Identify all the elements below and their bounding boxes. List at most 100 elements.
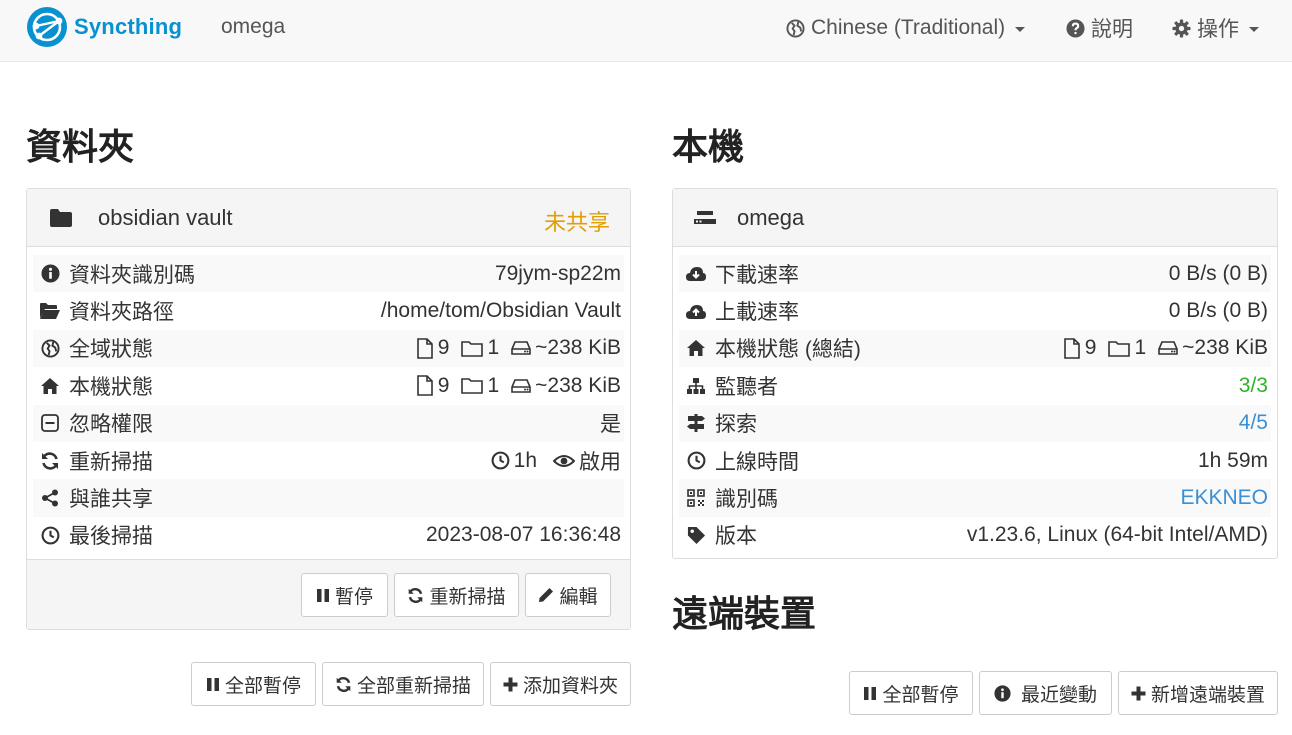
listeners-value[interactable]: 3/3 (1239, 374, 1268, 398)
version-row: 版本 v1.23.6, Linux (64-bit Intel/AMD) (679, 517, 1271, 554)
add-folder-button[interactable]: 添加資料夾 (490, 662, 631, 706)
identification-value[interactable]: EKKNEO (1180, 486, 1268, 510)
pause-icon (316, 588, 329, 602)
download-rate-row: 下載速率 0 B/s (0 B) (679, 255, 1271, 293)
refresh-icon (42, 451, 58, 470)
rescan-all-button[interactable]: 全部重新掃描 (322, 662, 484, 706)
folder-id-row: 資料夾識別碼 79jym-sp22m (33, 255, 624, 293)
home-icon (41, 377, 59, 394)
cloud-upload-icon (686, 304, 706, 319)
clock-icon (491, 451, 510, 470)
upload-rate-row: 上載速率 0 B/s (0 B) (679, 292, 1271, 329)
chevron-down-icon (1015, 26, 1026, 32)
this-device-panel: omega 下載速率 0 B/s (0 B) 上載速率 0 B/s (0 B) … (672, 188, 1278, 559)
home-icon (687, 340, 705, 357)
identification-label: 識別碼 (715, 488, 778, 512)
listeners-row: 監聽者 3/3 (679, 367, 1271, 404)
recent-changes-label: 最近變動 (1020, 684, 1097, 706)
shared-with-label: 與誰共享 (69, 488, 153, 512)
total-files-count: 9 (1084, 336, 1097, 360)
pause-folder-button[interactable]: 暫停 (301, 573, 388, 617)
local-state-row: 本機狀態 9 1 ~238 KiB (33, 367, 624, 404)
rescan-folder-button[interactable]: 重新掃描 (394, 573, 519, 617)
uptime-row: 上線時間 1h 59m (679, 442, 1271, 479)
recent-changes-button[interactable]: 最近變動 (979, 671, 1112, 715)
this-device-heading: 本機 (672, 126, 745, 167)
local-dirs-count: 1 (487, 373, 500, 397)
pause-icon (206, 677, 219, 691)
help-menu[interactable]: 說明 (1066, 15, 1133, 41)
ignore-perms-label: 忽略權限 (69, 413, 153, 437)
refresh-icon (409, 587, 423, 603)
pause-all-devices-button[interactable]: 全部暫停 (849, 671, 973, 715)
this-device-panel-heading[interactable]: omega (673, 189, 1277, 247)
pause-all-folders-button[interactable]: 全部暫停 (191, 662, 316, 706)
info-circle-icon (994, 684, 1011, 702)
discovery-value[interactable]: 4/5 (1239, 411, 1268, 435)
clock-icon (41, 526, 59, 545)
this-device-name: omega (737, 204, 805, 230)
hdd-icon (511, 341, 531, 356)
total-size: ~238 KiB (1182, 336, 1268, 360)
device-name: omega (221, 15, 286, 38)
syncthing-logo-icon (27, 7, 67, 47)
info-circle-icon (40, 264, 60, 283)
total-dirs-count: 1 (1134, 336, 1147, 360)
pause-folder-label: 暫停 (334, 586, 373, 608)
last-scan-label: 最後掃描 (69, 525, 153, 549)
folder-path-label: 資料夾路徑 (69, 301, 174, 325)
watch-status: 啟用 (579, 450, 621, 474)
add-remote-device-button[interactable]: 新增遠端裝置 (1118, 671, 1278, 715)
tag-icon (687, 526, 705, 544)
share-icon (42, 489, 58, 507)
folder-panel-footer: 暫停 重新掃描 編輯 (27, 559, 630, 629)
hdd-icon (1158, 341, 1178, 356)
rescan-all-label: 全部重新掃描 (356, 675, 471, 697)
remote-devices-heading: 遠端裝置 (672, 593, 817, 634)
local-state-total-row: 本機狀態 (總結) 9 1 ~238 KiB (679, 329, 1271, 368)
global-files-count: 9 (437, 336, 450, 360)
download-rate-label: 下載速率 (715, 263, 799, 287)
pause-icon (864, 686, 877, 700)
folder-outline-icon (1108, 341, 1131, 357)
folder-path-value: /home/tom/Obsidian Vault (380, 299, 621, 323)
cloud-download-icon (686, 267, 706, 282)
gear-icon (1172, 18, 1191, 38)
navbar: Syncthing omega Chinese (Traditional) 說明 (0, 0, 1292, 62)
folder-icon (50, 208, 72, 227)
folder-status-badge: 未共享 (543, 210, 610, 235)
hdd-icon (511, 379, 531, 393)
version-label: 版本 (715, 525, 757, 549)
edit-folder-button[interactable]: 編輯 (525, 573, 611, 617)
rescan-row: 重新掃描 1h 啟用 (33, 442, 624, 479)
add-remote-device-label: 新增遠端裝置 (1150, 684, 1265, 706)
pencil-icon (539, 588, 554, 602)
actions-label: 操作 (1197, 18, 1239, 41)
last-scan-row: 最後掃描 2023-08-07 16:36:48 (33, 517, 624, 554)
version-value: v1.23.6, Linux (64-bit Intel/AMD) (966, 523, 1268, 547)
eye-icon (553, 454, 575, 467)
folder-details: 資料夾識別碼 79jym-sp22m 資料夾路徑 /home/tom/Obsid… (27, 247, 630, 554)
language-dropdown[interactable]: Chinese (Traditional) (786, 15, 1026, 41)
file-icon (416, 375, 433, 397)
qrcode-icon (687, 489, 705, 507)
minus-square-icon (41, 414, 59, 433)
local-state-label: 本機狀態 (69, 375, 153, 399)
actions-menu[interactable]: 操作 (1172, 15, 1259, 41)
folder-panel-heading[interactable]: obsidian vault 未共享 (27, 189, 630, 247)
language-label: Chinese (Traditional) (811, 16, 1006, 39)
globe-icon (40, 339, 60, 358)
upload-rate-value: 0 B/s (0 B) (1168, 299, 1268, 323)
discovery-label: 探索 (715, 413, 757, 437)
chevron-down-icon (1249, 26, 1259, 32)
pause-all-folders-label: 全部暫停 (224, 675, 301, 697)
file-icon (416, 338, 433, 359)
file-icon (1063, 338, 1080, 359)
clock-icon (687, 451, 705, 470)
rescan-folder-label: 重新掃描 (429, 586, 506, 608)
folder-outline-icon (461, 341, 484, 357)
folders-heading: 資料夾 (26, 126, 135, 167)
pause-all-devices-label: 全部暫停 (882, 684, 959, 706)
upload-rate-label: 上載速率 (715, 301, 799, 325)
brand-logo[interactable]: Syncthing (26, 5, 182, 49)
